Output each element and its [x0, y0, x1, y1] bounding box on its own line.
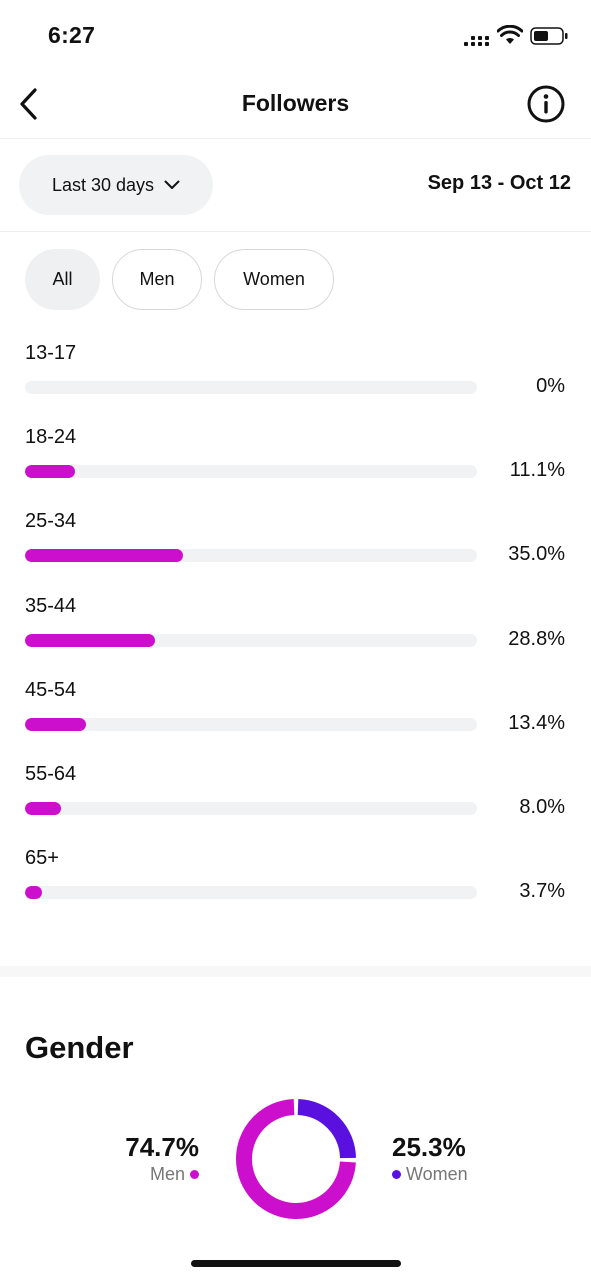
age-row: 45-54 13.4% [0, 673, 591, 757]
age-percent: 13.4% [508, 711, 565, 734]
age-distribution-list: 13-17 0% 18-24 11.1% 25-34 35.0% 35-44 2… [0, 336, 591, 925]
age-bar-track [25, 886, 477, 900]
screen: 6:27 Followers Last 30 days Sep 13 - Oct… [0, 0, 591, 1280]
date-range-dropdown[interactable]: Last 30 days [19, 155, 213, 215]
age-bar-track [25, 465, 477, 479]
gender-donut-chart [236, 1099, 356, 1219]
men-dot-icon [190, 1170, 199, 1179]
chip-label: All [52, 269, 73, 289]
age-bar-fill [25, 465, 76, 479]
wifi-icon [497, 25, 523, 44]
age-bar-track [25, 717, 477, 731]
segment-women-chip[interactable]: Women [214, 249, 334, 310]
age-percent: 0% [536, 375, 565, 397]
men-percent: 74.7% [125, 1132, 199, 1162]
age-bar-fill [25, 549, 184, 563]
age-percent: 3.7% [519, 880, 565, 903]
age-label: 18-24 [25, 426, 77, 449]
age-row: 18-24 11.1% [0, 420, 591, 504]
age-percent: 11.1% [509, 459, 565, 482]
age-bar-fill [25, 717, 86, 731]
age-row: 65+ 3.7% [0, 841, 591, 925]
battery-icon [530, 27, 568, 45]
age-percent: 35.0% [508, 543, 565, 566]
filter-divider [0, 231, 591, 232]
age-bar-fill [25, 801, 62, 815]
gender-title: Gender [25, 1030, 134, 1065]
men-label: Men [149, 1164, 185, 1184]
header-divider [0, 138, 591, 139]
date-range-text: Sep 13 - Oct 12 [427, 172, 571, 194]
age-label: 13-17 [25, 342, 77, 364]
age-bar-track [25, 381, 477, 394]
age-percent: 28.8% [508, 627, 565, 650]
age-bar-track [25, 801, 477, 815]
date-range-label: Last 30 days [51, 174, 155, 195]
age-bar-fill [25, 633, 156, 647]
age-label: 55-64 [25, 762, 77, 785]
age-label: 25-34 [25, 510, 77, 533]
chip-label: Men [139, 269, 175, 289]
status-time: 6:27 [48, 22, 96, 48]
age-bar-fill [25, 886, 42, 900]
women-legend: Women [392, 1164, 468, 1185]
section-separator [0, 966, 591, 977]
chevron-down-icon [164, 180, 180, 189]
women-label: Women [406, 1164, 468, 1184]
women-percent: 25.3% [392, 1132, 466, 1162]
men-legend: Men [150, 1164, 199, 1185]
age-row: 35-44 28.8% [0, 589, 591, 673]
age-row: 25-34 35.0% [0, 504, 591, 588]
segment-all-chip[interactable]: All [25, 249, 100, 310]
age-label: 35-44 [25, 594, 77, 617]
segment-men-chip[interactable]: Men [112, 249, 202, 310]
age-label: 65+ [25, 847, 59, 870]
age-bar-track [25, 549, 477, 563]
age-label: 45-54 [25, 678, 77, 701]
home-indicator [191, 1260, 401, 1267]
age-bar-track [25, 633, 477, 647]
cellular-signal-icon [464, 34, 490, 46]
women-dot-icon [392, 1170, 401, 1179]
chip-label: Women [243, 269, 305, 289]
info-icon[interactable] [526, 84, 566, 124]
page-title: Followers [241, 90, 350, 116]
age-percent: 8.0% [519, 795, 565, 818]
age-row: 13-17 0% [0, 336, 591, 420]
age-row: 55-64 8.0% [0, 757, 591, 841]
women-arc [297, 1099, 356, 1159]
